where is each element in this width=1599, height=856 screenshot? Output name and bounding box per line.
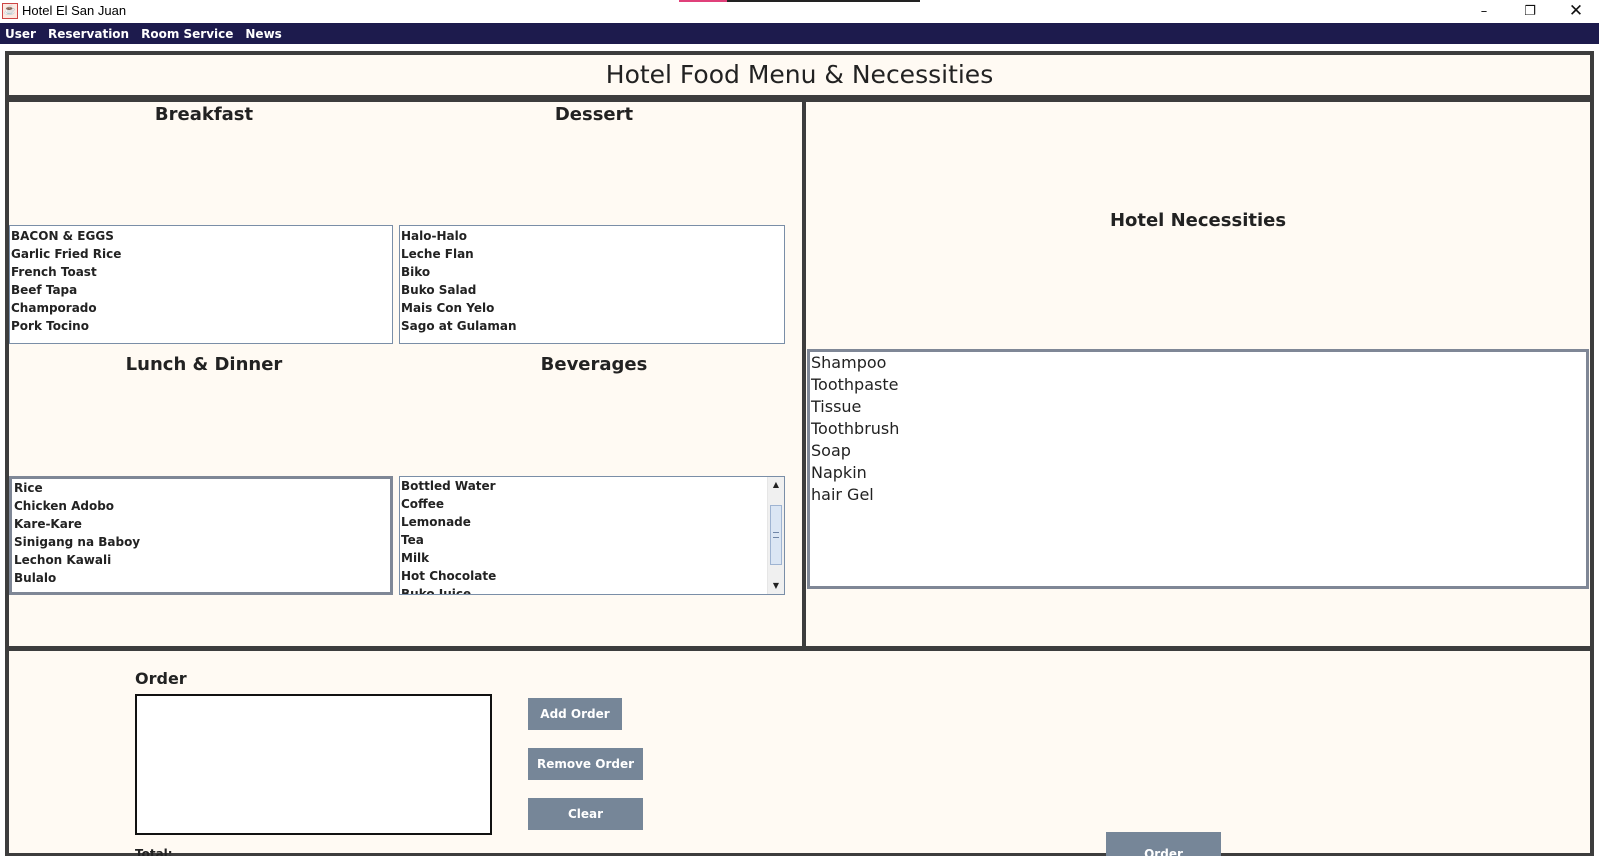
lunch-dinner-list[interactable]: Rice Chicken Adobo Kare-Kare Sinigang na… [9, 476, 393, 595]
list-item[interactable]: Hot Chocolate [401, 567, 784, 585]
scrollbar-thumb[interactable] [770, 505, 782, 565]
list-item[interactable]: Soap [811, 440, 1586, 462]
list-item[interactable]: Toothpaste [811, 374, 1586, 396]
list-item[interactable]: Rice [14, 479, 390, 497]
title-bar[interactable]: ☕ Hotel El San Juan – ❐ ✕ [0, 0, 1599, 23]
title-decoration-accent [679, 0, 727, 2]
list-item[interactable]: Champorado [11, 299, 392, 317]
window-title: Hotel El San Juan [22, 3, 127, 18]
list-item[interactable]: Biko [401, 263, 784, 281]
list-item[interactable]: Coffee [401, 495, 784, 513]
list-item[interactable]: Chicken Adobo [14, 497, 390, 515]
remove-order-button[interactable]: Remove Order [528, 748, 643, 780]
add-order-button[interactable]: Add Order [528, 698, 622, 730]
clear-button[interactable]: Clear [528, 798, 643, 830]
necessities-heading: Hotel Necessities [1109, 210, 1287, 231]
menu-room-service[interactable]: Room Service [141, 27, 233, 41]
beverages-heading: Beverages [540, 354, 648, 375]
list-item[interactable]: Lechon Kawali [14, 551, 390, 569]
lunch-dinner-heading: Lunch & Dinner [125, 354, 283, 375]
list-item[interactable]: Kare-Kare [14, 515, 390, 533]
list-item[interactable]: French Toast [11, 263, 392, 281]
scroll-up-icon[interactable]: ▲ [768, 477, 784, 493]
list-item[interactable]: Tissue [811, 396, 1586, 418]
list-item[interactable]: Pork Tocino [11, 317, 392, 335]
list-item[interactable]: Sinigang na Baboy [14, 533, 390, 551]
list-item[interactable]: Mais Con Yelo [401, 299, 784, 317]
main-content: Hotel Food Menu & Necessities Breakfast … [0, 44, 1599, 856]
necessities-list[interactable]: Shampoo Toothpaste Tissue Toothbrush Soa… [807, 349, 1589, 589]
beverages-list[interactable]: Bottled Water Coffee Lemonade Tea Milk H… [399, 476, 785, 595]
list-item[interactable]: Leche Flan [401, 245, 784, 263]
list-item[interactable]: Lemonade [401, 513, 784, 531]
list-item[interactable]: Toothbrush [811, 418, 1586, 440]
list-item[interactable]: Bottled Water [401, 477, 784, 495]
menu-bar: User Reservation Room Service News [0, 23, 1599, 44]
dessert-heading: Dessert [554, 104, 634, 125]
order-panel: Order Add Order Remove Order Clear Total… [5, 647, 1594, 856]
minimize-icon[interactable]: – [1461, 0, 1507, 22]
list-item[interactable]: Buko Salad [401, 281, 784, 299]
list-item[interactable]: Halo-Halo [401, 227, 784, 245]
list-item[interactable]: Buko Juice [401, 585, 784, 594]
necessities-panel: Hotel Necessities Shampoo Toothpaste Tis… [802, 98, 1594, 650]
scroll-down-icon[interactable]: ▼ [768, 578, 784, 594]
menu-reservation[interactable]: Reservation [48, 27, 129, 41]
list-item[interactable]: Milk [401, 549, 784, 567]
order-list[interactable] [135, 694, 492, 835]
close-icon[interactable]: ✕ [1553, 0, 1599, 22]
dessert-list[interactable]: Halo-Halo Leche Flan Biko Buko Salad Mai… [399, 225, 785, 344]
total-label: Total: [135, 847, 173, 856]
list-item[interactable]: BACON & EGGS [11, 227, 392, 245]
vertical-scrollbar[interactable]: ▲ ▼ [767, 477, 784, 594]
header-panel: Hotel Food Menu & Necessities [5, 51, 1594, 99]
food-menu-panel: Breakfast Dessert BACON & EGGS Garlic Fr… [5, 98, 806, 650]
breakfast-heading: Breakfast [154, 104, 254, 125]
grip-icon [773, 532, 779, 538]
menu-news[interactable]: News [245, 27, 281, 41]
list-item[interactable]: hair Gel [811, 484, 1586, 506]
list-item[interactable]: Garlic Fried Rice [11, 245, 392, 263]
order-label: Order [135, 669, 187, 688]
list-item[interactable]: Shampoo [811, 352, 1586, 374]
list-item[interactable]: Sago at Gulaman [401, 317, 784, 335]
list-item[interactable]: Beef Tapa [11, 281, 392, 299]
page-title: Hotel Food Menu & Necessities [605, 60, 994, 89]
list-item[interactable]: Tea [401, 531, 784, 549]
menu-user[interactable]: User [5, 27, 36, 41]
order-button[interactable]: Order [1106, 832, 1221, 856]
breakfast-list[interactable]: BACON & EGGS Garlic Fried Rice French To… [9, 225, 393, 344]
restore-icon[interactable]: ❐ [1507, 0, 1553, 22]
list-item[interactable]: Napkin [811, 462, 1586, 484]
list-item[interactable]: Bulalo [14, 569, 390, 587]
java-cup-icon: ☕ [2, 3, 18, 19]
